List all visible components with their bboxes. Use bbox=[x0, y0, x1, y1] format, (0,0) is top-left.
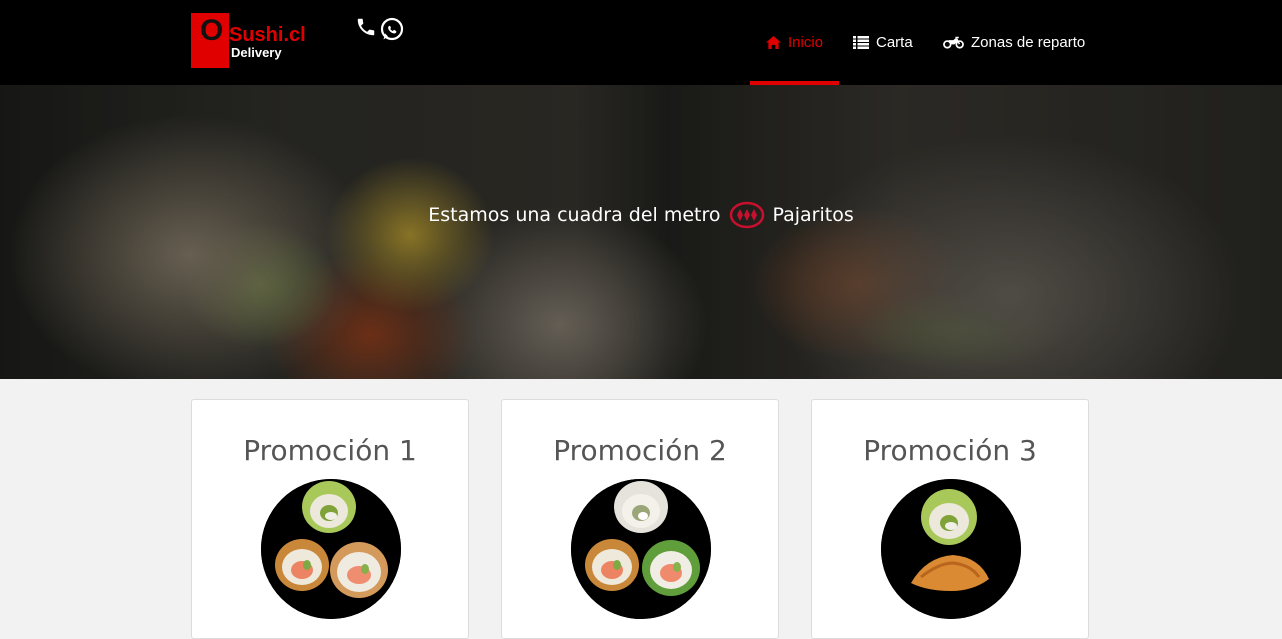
nav-item-label: Carta bbox=[876, 34, 913, 51]
nav-item-inicio[interactable]: Inicio bbox=[750, 0, 839, 85]
logo-letter: O bbox=[200, 14, 224, 47]
home-icon bbox=[766, 36, 781, 49]
motorcycle-icon bbox=[943, 36, 964, 49]
logo-tagline: Delivery bbox=[231, 45, 282, 60]
promo-1-sushi-image[interactable] bbox=[261, 479, 401, 619]
whatsapp-icon[interactable] bbox=[379, 16, 405, 42]
hero-banner: Estamos una cuadra del metro Pajaritos bbox=[0, 85, 1282, 379]
promo-title: Promoción 3 bbox=[863, 434, 1037, 467]
list-icon bbox=[853, 36, 869, 49]
logo-name: Sushi.cl bbox=[229, 24, 306, 46]
nav-item-label: Zonas de reparto bbox=[971, 34, 1086, 51]
promo-title: Promoción 1 bbox=[243, 434, 417, 467]
nav-item-label: Inicio bbox=[787, 34, 824, 51]
metro-icon bbox=[729, 201, 764, 229]
promo-title: Promoción 2 bbox=[553, 434, 727, 467]
promo-card-1[interactable]: Promoción 1 bbox=[191, 399, 469, 639]
nav-item-carta[interactable]: Carta bbox=[853, 0, 913, 85]
top-navbar: O Sushi.cl Delivery Inicio Carta Zonas d… bbox=[0, 0, 1282, 85]
logo-mark: O bbox=[191, 13, 229, 68]
phone-icon[interactable] bbox=[355, 16, 377, 38]
promo-card-3[interactable]: Promoción 3 bbox=[811, 399, 1089, 639]
brand-logo[interactable]: O Sushi.cl Delivery bbox=[191, 13, 326, 68]
promo-card-2[interactable]: Promoción 2 bbox=[501, 399, 779, 639]
hero-text-before: Estamos una cuadra del metro bbox=[428, 204, 721, 226]
contact-icons bbox=[355, 16, 407, 42]
promo-2-sushi-image[interactable] bbox=[571, 479, 711, 619]
hero-text-after: Pajaritos bbox=[772, 204, 854, 226]
nav-item-zonas-de-reparto[interactable]: Zonas de reparto bbox=[943, 0, 1085, 85]
promo-3-sushi-gyoza-image[interactable] bbox=[881, 479, 1021, 619]
hero-text: Estamos una cuadra del metro Pajaritos bbox=[0, 201, 1282, 229]
